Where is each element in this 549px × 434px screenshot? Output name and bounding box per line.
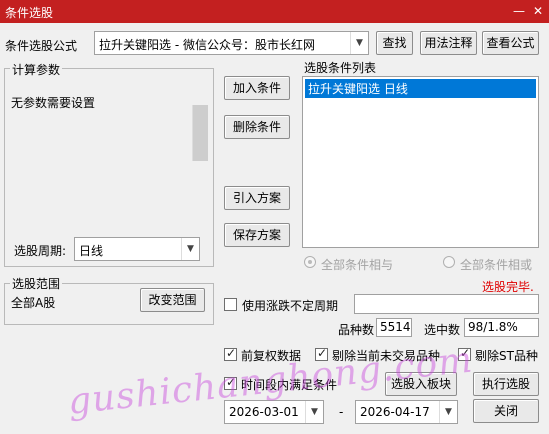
pre-adjust-checkbox[interactable] — [224, 346, 237, 361]
start-date-picker[interactable]: 2026-03-01 ▼ — [224, 400, 324, 424]
params-group-label: 计算参数 — [10, 61, 63, 78]
params-scrollbar[interactable] — [192, 105, 208, 161]
to-block-button[interactable]: 选股入板块 — [385, 372, 457, 396]
uncertain-period-label: 使用涨跌不定周期 — [242, 299, 339, 313]
exclude-st-checkbox[interactable] — [458, 346, 471, 361]
count-label: 品种数 — [338, 323, 375, 337]
condition-list[interactable]: 拉升关键阳选 日线 — [302, 76, 539, 248]
chevron-down-icon[interactable]: ▼ — [305, 401, 323, 423]
and-radio[interactable] — [304, 256, 316, 268]
range-group-label: 选股范围 — [10, 275, 63, 292]
minimize-icon[interactable]: — — [511, 3, 527, 19]
title-bar: 条件选股 — ✕ — [0, 0, 549, 23]
and-radio-label: 全部条件相与 — [321, 258, 394, 272]
status-text: 选股完毕. — [482, 280, 534, 294]
delete-condition-button[interactable]: 删除条件 — [224, 115, 290, 139]
close-icon[interactable]: ✕ — [530, 3, 546, 19]
params-text: 无参数需要设置 — [11, 96, 96, 110]
formula-select[interactable]: 拉升关键阳选 - 微信公众号：股市长红网 ▼ — [94, 31, 369, 55]
or-radio-label: 全部条件相或 — [460, 258, 533, 272]
start-date-value: 2026-03-01 — [229, 405, 299, 419]
uncertain-period-checkbox[interactable] — [224, 298, 237, 311]
change-range-button[interactable]: 改变范围 — [140, 288, 205, 312]
usage-button[interactable]: 用法注释 — [420, 31, 477, 55]
exclude-untraded-label: 剔除当前未交易品种 — [332, 349, 441, 363]
uncertain-period-input[interactable] — [354, 294, 539, 314]
period-value: 日线 — [79, 244, 104, 258]
find-button[interactable]: 查找 — [376, 31, 413, 55]
selected-value: 98/1.8% — [464, 318, 539, 337]
range-value: 全部A股 — [11, 296, 56, 310]
count-value: 5514 — [376, 318, 412, 337]
formula-value: 拉升关键阳选 - 微信公众号：股市长红网 — [99, 38, 315, 52]
pre-adjust-label: 前复权数据 — [241, 349, 302, 363]
window-title: 条件选股 — [5, 6, 54, 20]
date-separator: - — [339, 405, 344, 419]
import-scheme-button[interactable]: 引入方案 — [224, 186, 290, 210]
exclude-untraded-checkbox[interactable] — [315, 346, 328, 361]
selected-label: 选中数 — [424, 323, 461, 337]
chevron-down-icon[interactable]: ▼ — [350, 32, 368, 54]
chevron-down-icon[interactable]: ▼ — [181, 238, 199, 260]
or-radio[interactable] — [443, 256, 455, 268]
formula-label: 条件选股公式 — [5, 39, 78, 53]
execute-button[interactable]: 执行选股 — [473, 372, 539, 396]
exclude-st-label: 剔除ST品种 — [475, 349, 538, 363]
condition-list-label: 选股条件列表 — [304, 61, 377, 75]
view-formula-button[interactable]: 查看公式 — [482, 31, 539, 55]
save-scheme-button[interactable]: 保存方案 — [224, 223, 290, 247]
add-condition-button[interactable]: 加入条件 — [224, 76, 290, 100]
close-button[interactable]: 关闭 — [473, 399, 539, 423]
period-label: 选股周期: — [14, 244, 67, 258]
end-date-value: 2026-04-17 — [360, 405, 430, 419]
list-item[interactable]: 拉升关键阳选 日线 — [305, 79, 536, 98]
period-cond-checkbox[interactable] — [224, 375, 237, 390]
period-cond-label: 时间段内满足条件 — [241, 378, 338, 392]
period-select[interactable]: 日线 ▼ — [74, 237, 200, 261]
end-date-picker[interactable]: 2026-04-17 ▼ — [355, 400, 458, 424]
chevron-down-icon[interactable]: ▼ — [439, 401, 457, 423]
